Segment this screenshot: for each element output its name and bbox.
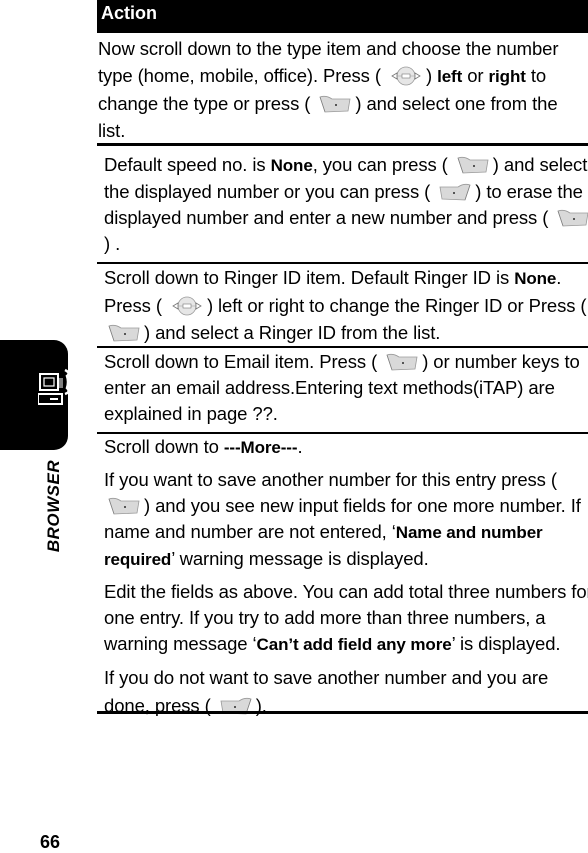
table-header: Action [97, 0, 588, 33]
section-label: BROWSER [44, 459, 63, 553]
row-text: Edit the fields as above. You can add to… [104, 581, 588, 654]
left-soft-key-icon [107, 323, 141, 343]
left-soft-key-icon [385, 352, 419, 372]
row-text: Scroll down to ---More---. [104, 436, 303, 457]
section-tab [0, 340, 70, 450]
right-soft-key-icon [438, 182, 472, 202]
table-bottom-border [97, 711, 588, 714]
left-soft-key-icon [107, 496, 141, 516]
computer-phone-icon [38, 368, 70, 405]
table-row: Now scroll down to the type item and cho… [98, 35, 588, 144]
navigation-key-icon [389, 66, 423, 86]
table-row: Scroll down to Ringer ID item. Default R… [98, 264, 588, 346]
left-soft-key-icon [318, 94, 352, 114]
table-row: Scroll down to Email item. Press ( ) or … [98, 349, 588, 427]
row-text: Default speed no. is None, you can press… [104, 152, 588, 257]
header-title: Action [101, 3, 157, 23]
row-text: If you want to save another number for t… [104, 469, 581, 569]
row-text: Scroll down to Email item. Press ( ) or … [104, 351, 580, 424]
navigation-key-icon [170, 296, 204, 316]
row-text: Scroll down to Ringer ID item. Default R… [104, 267, 587, 343]
table-row: Scroll down to ---More---. If you want t… [98, 434, 588, 720]
row-text: Now scroll down to the type item and cho… [98, 38, 559, 141]
left-soft-key-icon [456, 155, 490, 175]
row-divider [97, 143, 588, 146]
left-soft-key-icon [556, 208, 588, 228]
table-row: Default speed no. is None, you can press… [98, 152, 588, 257]
row-divider [97, 346, 588, 348]
